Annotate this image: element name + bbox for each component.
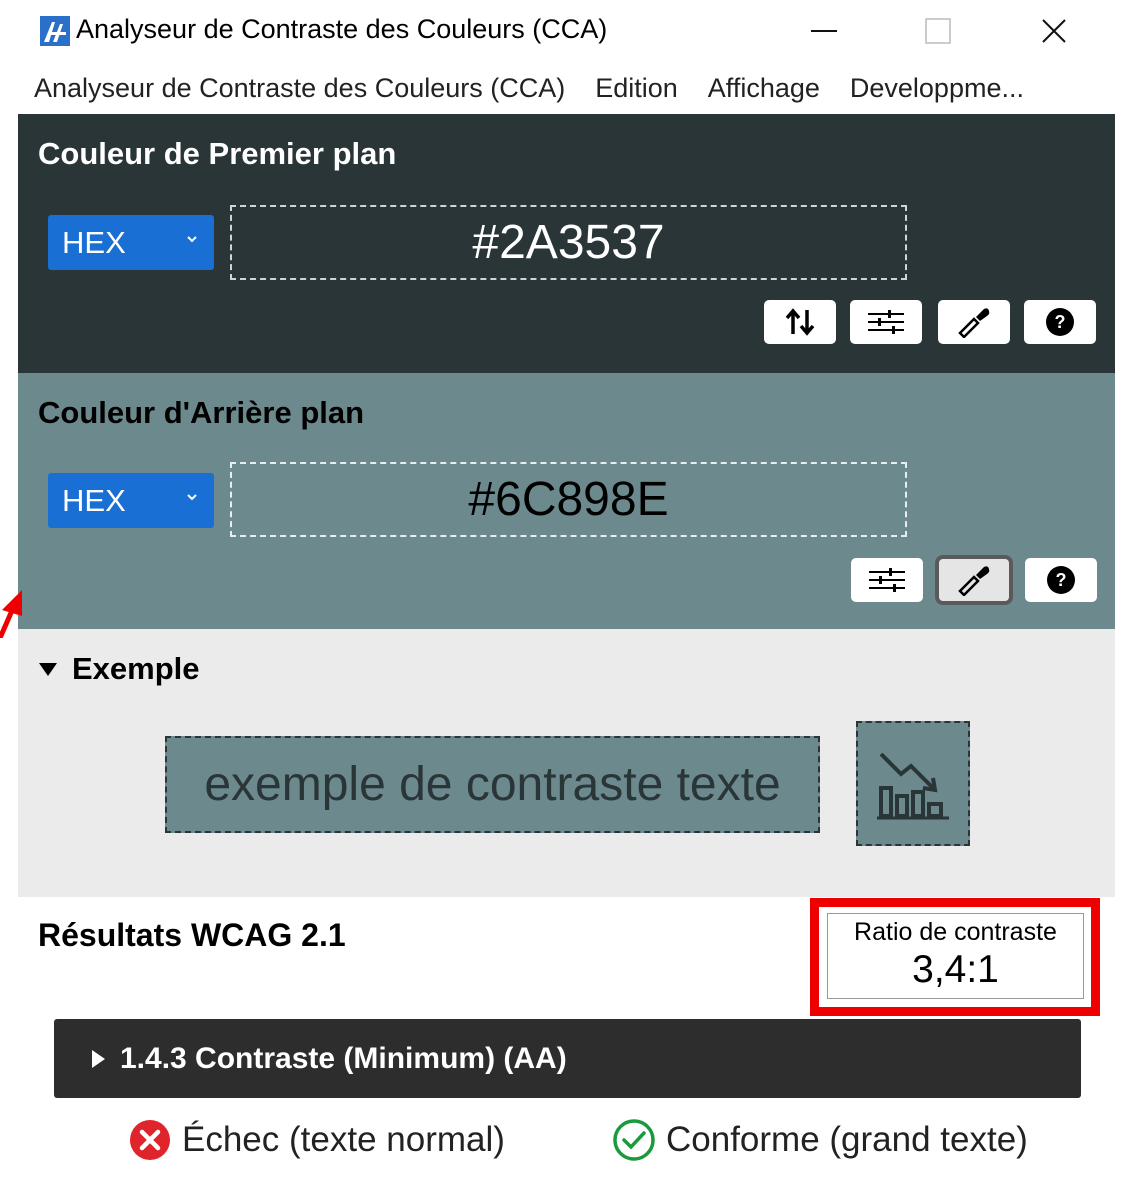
- menu-bar: Analyseur de Contraste des Couleurs (CCA…: [18, 62, 1115, 114]
- maximize-button[interactable]: [908, 8, 968, 54]
- svg-text:?: ?: [1055, 312, 1066, 332]
- background-format-select[interactable]: HEX: [48, 473, 214, 528]
- cca-app-icon: [40, 16, 70, 46]
- minimize-icon: [811, 30, 837, 32]
- background-help-button[interactable]: ?: [1025, 558, 1097, 602]
- background-eyedropper-button[interactable]: [935, 555, 1013, 605]
- foreground-help-button[interactable]: ?: [1024, 300, 1096, 344]
- background-hex-input[interactable]: #6C898E: [230, 462, 907, 537]
- swap-icon: [785, 308, 815, 336]
- background-sliders-button[interactable]: [851, 558, 923, 602]
- chevron-down-icon: [187, 494, 197, 501]
- result-fail-label: Échec (texte normal): [182, 1120, 505, 1159]
- example-panel: Exemple exemple de contraste texte: [18, 629, 1115, 897]
- result-pass-large-text: Conforme (grand texte): [612, 1118, 1028, 1162]
- chart-decrease-icon: [877, 752, 949, 819]
- menu-item-affichage[interactable]: Affichage: [693, 73, 835, 104]
- background-title: Couleur d'Arrière plan: [38, 395, 365, 430]
- sliders-icon: [868, 310, 904, 334]
- annotation-arrow-icon: [0, 590, 22, 638]
- close-icon: [1042, 19, 1066, 43]
- chevron-down-icon: [187, 236, 197, 243]
- contrast-ratio-box: Ratio de contraste 3,4:1: [827, 913, 1084, 999]
- criterion-label: 1.4.3 Contraste (Minimum) (AA): [120, 1041, 567, 1075]
- close-button[interactable]: [1024, 8, 1084, 54]
- eyedropper-icon: [958, 566, 990, 596]
- result-fail-normal-text: Échec (texte normal): [128, 1118, 505, 1162]
- example-icon-sample: [856, 721, 970, 846]
- menu-item-edition[interactable]: Edition: [580, 73, 693, 104]
- triangle-down-icon: [39, 663, 57, 676]
- example-header-label: Exemple: [72, 651, 200, 686]
- results-title: Résultats WCAG 2.1: [38, 917, 346, 953]
- ratio-highlight-annotation: Ratio de contraste 3,4:1: [810, 898, 1100, 1016]
- maximize-icon: [925, 18, 951, 44]
- svg-text:?: ?: [1056, 570, 1067, 590]
- foreground-sliders-button[interactable]: [850, 300, 922, 344]
- swap-colors-button[interactable]: [764, 300, 836, 344]
- triangle-right-icon: [92, 1049, 105, 1068]
- pass-check-icon: [613, 1119, 655, 1161]
- result-pass-label: Conforme (grand texte): [666, 1120, 1028, 1159]
- background-color-panel: Couleur d'Arrière plan HEX #6C898E ?: [18, 373, 1115, 629]
- help-icon: ?: [1047, 566, 1075, 594]
- contrast-ratio-value: 3,4:1: [912, 948, 999, 991]
- minimize-button[interactable]: [794, 8, 854, 54]
- foreground-format-value: HEX: [62, 224, 126, 260]
- foreground-color-panel: Couleur de Premier plan HEX #2A3537 ?: [18, 114, 1115, 373]
- foreground-hex-input[interactable]: #2A3537: [230, 205, 907, 280]
- help-icon: ?: [1046, 308, 1074, 336]
- contrast-ratio-label: Ratio de contraste: [854, 918, 1057, 946]
- example-toggle[interactable]: Exemple: [38, 651, 200, 687]
- title-bar: Analyseur de Contraste des Couleurs (CCA…: [18, 0, 1115, 60]
- eyedropper-icon: [958, 308, 990, 338]
- foreground-eyedropper-button[interactable]: [938, 300, 1010, 344]
- menu-item-developpement[interactable]: Developpme...: [835, 73, 1039, 104]
- example-text-sample: exemple de contraste texte: [165, 736, 820, 833]
- foreground-format-select[interactable]: HEX: [48, 215, 214, 270]
- window-title: Analyseur de Contraste des Couleurs (CCA…: [76, 14, 608, 44]
- background-format-value: HEX: [62, 482, 126, 518]
- foreground-title: Couleur de Premier plan: [38, 136, 397, 171]
- fail-x-icon: [130, 1120, 170, 1160]
- menu-item-cca[interactable]: Analyseur de Contraste des Couleurs (CCA…: [18, 73, 580, 104]
- sliders-icon: [869, 568, 905, 592]
- criterion-1-4-3-toggle[interactable]: 1.4.3 Contraste (Minimum) (AA): [54, 1019, 1081, 1098]
